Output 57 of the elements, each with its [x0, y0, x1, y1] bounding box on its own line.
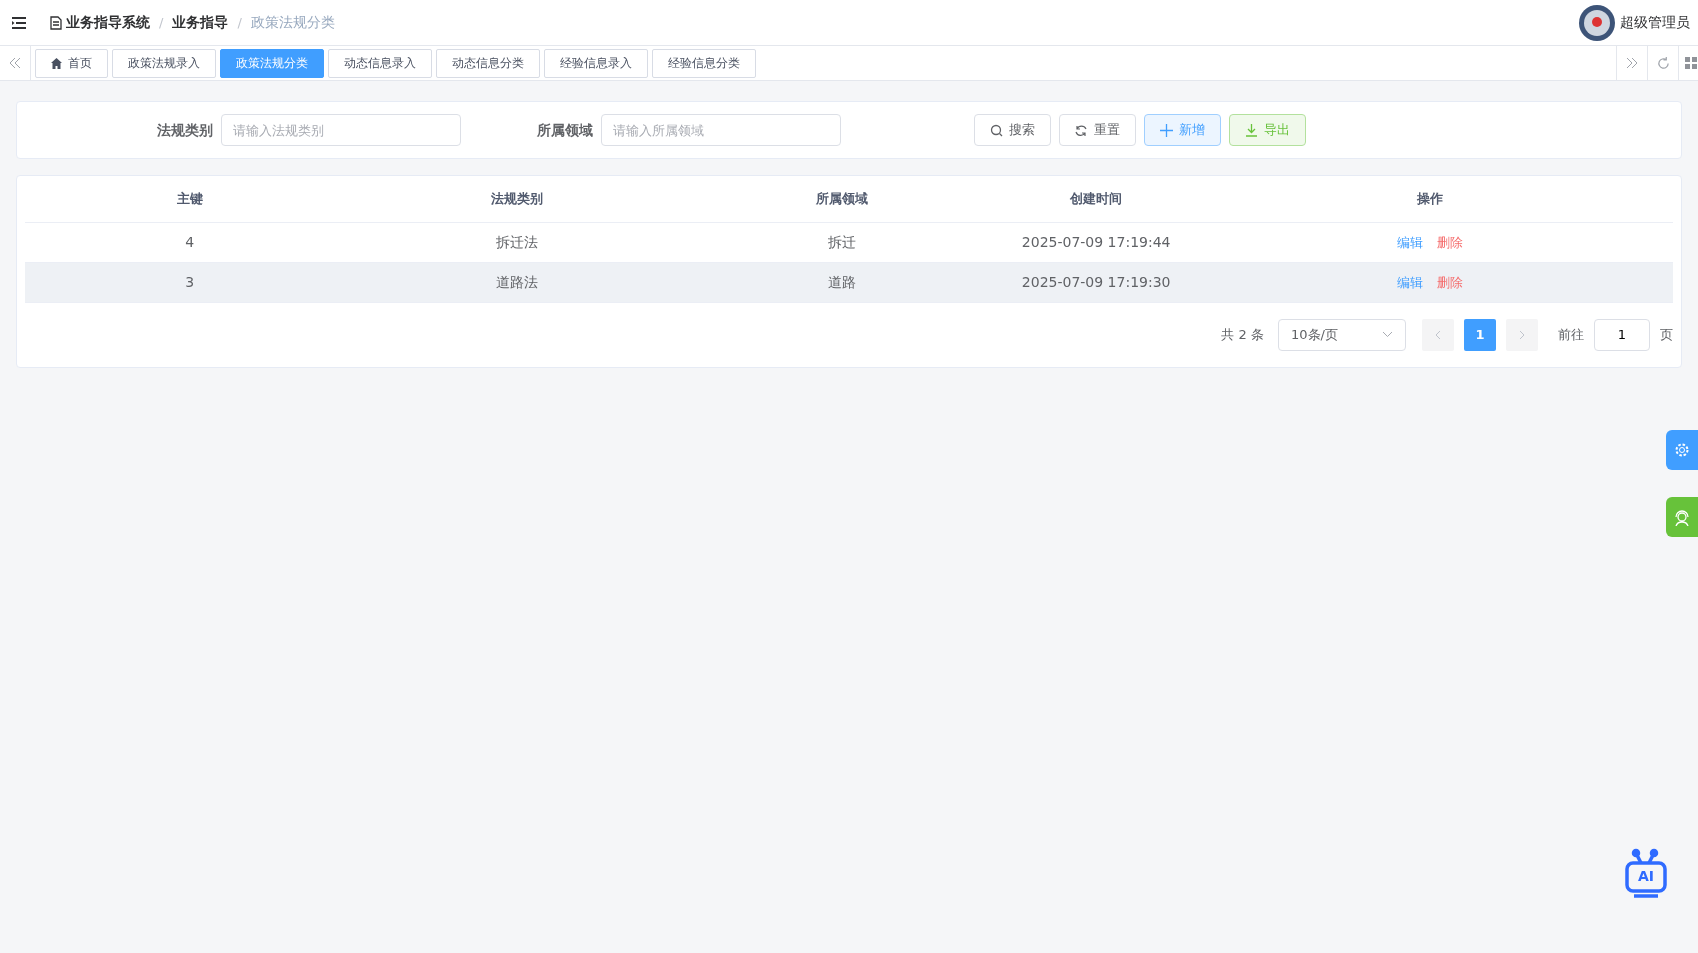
double-right-icon[interactable]: [1626, 57, 1638, 69]
field-label: 法规类别: [157, 120, 213, 140]
download-icon: [1245, 123, 1258, 137]
table-cell: 拆迁: [679, 222, 1006, 262]
emblem-avatar[interactable]: [1578, 3, 1616, 42]
column-header: 主键: [25, 176, 355, 222]
grid-icon[interactable]: [1685, 57, 1697, 69]
table-cell: 3: [25, 262, 355, 302]
table-cell: 4: [25, 222, 355, 262]
home-icon: [51, 57, 62, 69]
tab[interactable]: 首页: [35, 48, 108, 78]
table-cell: 道路法: [354, 262, 680, 302]
plus-icon: [1160, 123, 1173, 137]
tv-robot-icon[interactable]: [1624, 848, 1668, 898]
search-icon: [990, 123, 1003, 137]
column-header: 创建时间: [1005, 176, 1187, 222]
tab[interactable]: 经验信息录入: [544, 48, 648, 78]
breadcrumb-item[interactable]: 业务指导系统: [66, 12, 150, 33]
tab[interactable]: 经验信息分类: [652, 48, 756, 78]
headset-person-icon: [1673, 508, 1691, 526]
user-name[interactable]: 超级管理员: [1620, 12, 1690, 33]
settings-tab[interactable]: [1666, 430, 1698, 470]
page-suffix: 页: [1660, 325, 1673, 344]
chevron-left-icon: [1434, 329, 1442, 340]
text-field[interactable]: 请输入所属领域: [601, 114, 841, 146]
breadcrumb-separator: /: [159, 13, 164, 32]
refresh-icon[interactable]: [1656, 56, 1670, 70]
ai-label: AI: [1636, 868, 1655, 884]
table-cell: 2025-07-09 17:19:44: [1005, 222, 1187, 262]
column-header: 操作: [1186, 176, 1673, 222]
tab[interactable]: 政策法规录入: [112, 48, 216, 78]
breadcrumb-separator: /: [237, 13, 242, 32]
chevron-right-icon: [1518, 329, 1526, 340]
field-label: 所属领域: [537, 120, 593, 140]
search-button[interactable]: 搜索: [974, 114, 1051, 146]
goto-label: 前往: [1558, 325, 1584, 344]
column-header: 所属领域: [679, 176, 1006, 222]
menu-icon[interactable]: [12, 16, 26, 29]
column-header: 法规类别: [354, 176, 680, 222]
document-icon: [50, 15, 62, 30]
breadcrumb-item: 政策法规分类: [250, 13, 335, 32]
page-number-field[interactable]: 1: [1594, 318, 1650, 351]
tab[interactable]: 动态信息分类: [436, 48, 540, 78]
total-count: 共 2 条: [1221, 325, 1264, 344]
support-tab[interactable]: [1666, 497, 1698, 537]
settings-icon: [1674, 442, 1690, 458]
reset-button[interactable]: 重置: [1059, 114, 1136, 146]
double-left-icon[interactable]: [9, 57, 21, 69]
tab[interactable]: 动态信息录入: [328, 48, 432, 78]
breadcrumb-item[interactable]: 业务指导: [172, 12, 229, 33]
table-cell: 2025-07-09 17:19:30: [1005, 262, 1187, 302]
chevron-down-icon: [1382, 331, 1393, 338]
table-cell: 道路: [679, 262, 1006, 302]
text-field[interactable]: 请输入法规类别: [221, 114, 461, 146]
page-size-select[interactable]: 10条/页: [1278, 318, 1406, 351]
table-cell: 拆迁法: [354, 222, 680, 262]
refresh-icon: [1075, 123, 1088, 137]
